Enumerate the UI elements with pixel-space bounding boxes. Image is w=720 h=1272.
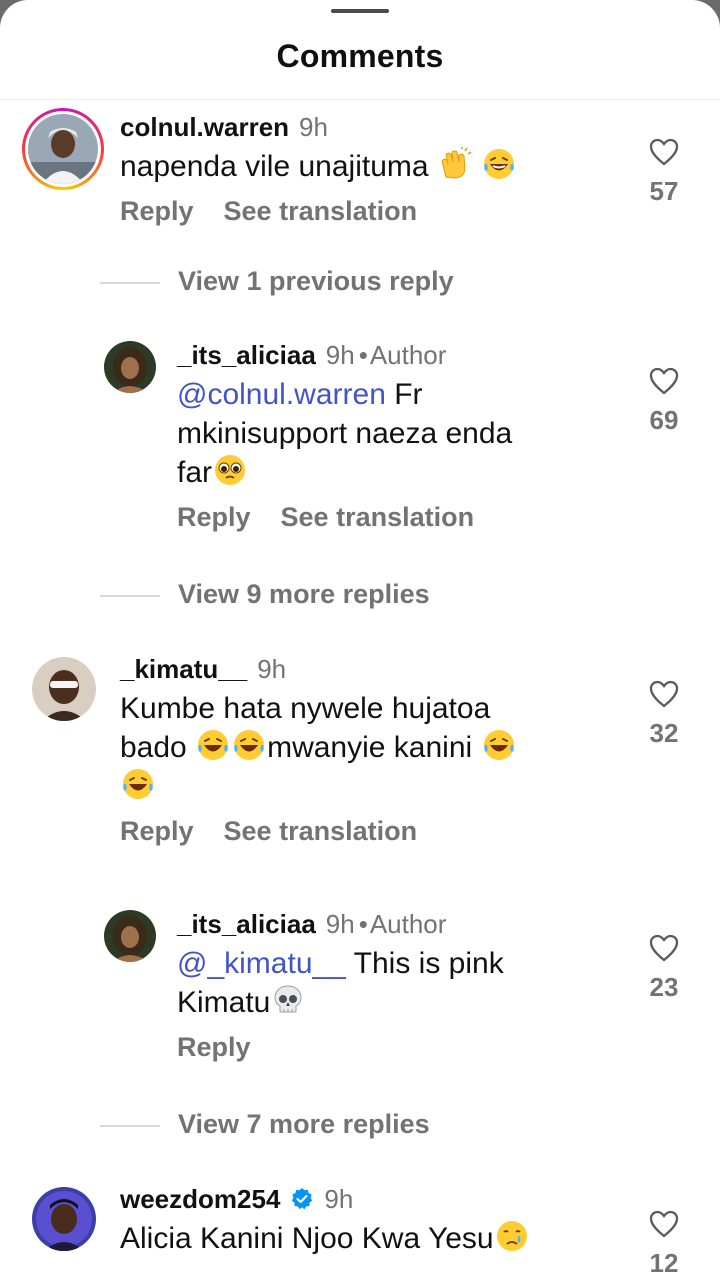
- reply-button[interactable]: Reply: [120, 196, 194, 226]
- comment-time: 9h: [257, 654, 287, 684]
- avatar[interactable]: [104, 910, 156, 962]
- like-count: 32: [649, 718, 679, 748]
- comment-time: 9h: [324, 1184, 354, 1214]
- avatar[interactable]: [104, 341, 156, 393]
- mention-link[interactable]: @colnul.warren: [177, 378, 386, 411]
- mention-link[interactable]: @_kimatu__: [177, 947, 346, 980]
- reply-button[interactable]: Reply: [177, 1032, 251, 1062]
- avatar[interactable]: [28, 114, 98, 184]
- author-badge: Author: [369, 909, 447, 939]
- see-translation-button[interactable]: See translation: [224, 816, 418, 846]
- drag-handle[interactable]: [331, 9, 389, 13]
- heart-icon[interactable]: [649, 367, 679, 395]
- comment-username[interactable]: _its_aliciaa: [177, 909, 316, 939]
- like-count: 57: [649, 176, 679, 206]
- header-divider: [0, 99, 720, 100]
- like-count: 69: [649, 405, 679, 435]
- avatar[interactable]: [32, 657, 96, 721]
- reply-button[interactable]: Reply: [120, 816, 194, 846]
- like-button[interactable]: 12: [636, 1210, 692, 1272]
- comment-text: napenda vile unajituma: [120, 147, 640, 186]
- laugh-emoji-icon: [483, 730, 514, 760]
- laugh-emoji-icon: [234, 730, 265, 760]
- laugh-emoji-icon: [484, 149, 515, 179]
- see-translation-button[interactable]: See translation: [281, 502, 475, 532]
- laugh-emoji-icon: [123, 769, 153, 799]
- see-translation-button[interactable]: See translation: [224, 196, 418, 226]
- author-badge: Author: [369, 340, 447, 370]
- heart-icon[interactable]: [649, 1210, 679, 1238]
- view-replies-button[interactable]: View 7 more replies: [100, 1109, 430, 1140]
- heart-icon[interactable]: [649, 680, 679, 708]
- view-replies-button[interactable]: View 1 previous reply: [100, 266, 454, 297]
- comment-text: Alicia Kanini Njoo Kwa Yesu: [120, 1219, 640, 1258]
- like-button[interactable]: 32: [636, 680, 692, 749]
- avatar[interactable]: [32, 1187, 96, 1251]
- story-ring[interactable]: [22, 108, 104, 190]
- comment-text: @colnul.warren Fr mkinisupport naeza end…: [177, 378, 513, 489]
- heart-icon[interactable]: [649, 934, 679, 962]
- view-replies-button[interactable]: View 9 more replies: [100, 579, 430, 610]
- teary-eyes-emoji-icon: [215, 455, 246, 485]
- comment-time: 9h: [325, 340, 355, 370]
- comment-time: 9h: [325, 909, 355, 939]
- comment-username[interactable]: weezdom254: [120, 1184, 280, 1214]
- comment-text: @_kimatu__ This is pink Kimatu: [177, 947, 504, 1019]
- skull-emoji-icon: [274, 985, 302, 1013]
- like-button[interactable]: 69: [636, 367, 692, 436]
- comment-time: 9h: [299, 112, 328, 142]
- clap-emoji-icon: [441, 147, 472, 179]
- like-button[interactable]: 23: [636, 934, 692, 1003]
- sheet-title: Comments: [276, 38, 444, 74]
- crying-emoji-icon: [496, 1221, 527, 1251]
- verified-badge-icon: [292, 1188, 313, 1210]
- heart-icon[interactable]: [649, 138, 679, 166]
- comment-text: Kumbe hata nywele hujatoa bado mwanyie k…: [120, 689, 640, 806]
- reply-button[interactable]: Reply: [177, 502, 251, 532]
- laugh-emoji-icon: [198, 730, 229, 760]
- comment-username[interactable]: _its_aliciaa: [177, 340, 316, 370]
- comment-username[interactable]: colnul.warren: [120, 112, 289, 142]
- like-button[interactable]: 57: [636, 138, 692, 207]
- like-count: 12: [649, 1248, 679, 1272]
- comments-sheet: Comments colnul.warren 9h napenda vile un…: [0, 0, 720, 1272]
- like-count: 23: [649, 972, 679, 1002]
- comment-username[interactable]: _kimatu__: [120, 654, 247, 684]
